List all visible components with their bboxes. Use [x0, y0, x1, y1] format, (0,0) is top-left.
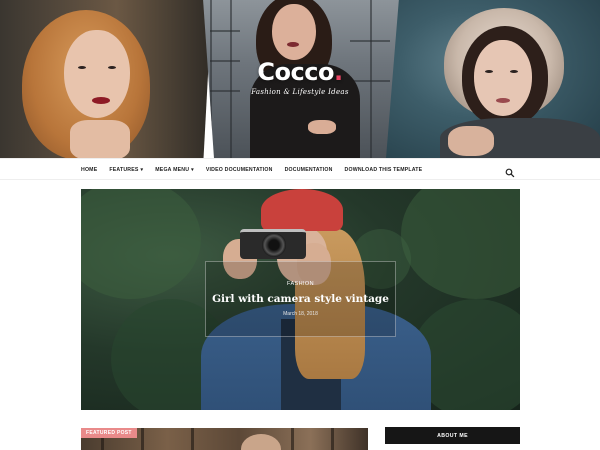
nav-item-features[interactable]: FEATURES ▾: [109, 167, 143, 173]
nav-item-label: FEATURES: [109, 167, 139, 173]
hero-date: March 18, 2018: [283, 311, 318, 317]
hero-slide[interactable]: FASHION Girl with camera style vintage M…: [81, 189, 520, 410]
hero-figure-hat: [261, 189, 343, 231]
logo-text: Cocco: [257, 58, 334, 86]
site-logo[interactable]: Cocco.: [0, 58, 600, 86]
caret-down-icon: ▾: [191, 167, 194, 173]
search-icon: [505, 168, 515, 178]
nav-item-video-documentation[interactable]: VIDEO DOCUMENTATION: [206, 167, 273, 173]
nav-item-label: DOWNLOAD THIS TEMPLATE: [344, 167, 423, 173]
nav-list: HOME FEATURES ▾ MEGA MENU ▾ VIDEO DOCUME…: [81, 159, 434, 181]
nav-item-home[interactable]: HOME: [81, 167, 97, 173]
sidebar-about-header: ABOUT ME: [385, 427, 520, 444]
featured-post-badge: FEATURED POST: [81, 428, 137, 438]
caret-down-icon: ▾: [140, 167, 144, 173]
logo-dot: .: [333, 58, 343, 86]
nav-item-documentation[interactable]: DOCUMENTATION: [285, 167, 333, 173]
hero-category[interactable]: FASHION: [81, 281, 520, 287]
about-me-label: ABOUT ME: [437, 432, 468, 439]
header-collage: Cocco. Fashion & Lifestyle Ideas: [0, 0, 600, 158]
nav-item-download-template[interactable]: DOWNLOAD THIS TEMPLATE: [345, 167, 423, 173]
nav-item-mega-menu[interactable]: MEGA MENU ▾: [155, 167, 194, 173]
hero-title[interactable]: Girl with camera style vintage: [81, 293, 520, 305]
site-tagline: Fashion & Lifestyle Ideas: [251, 88, 349, 96]
nav-item-label: DOCUMENTATION: [284, 167, 333, 173]
nav-item-label: VIDEO DOCUMENTATION: [205, 167, 273, 173]
nav-item-label: MEGA MENU: [155, 167, 190, 173]
search-button[interactable]: [505, 165, 515, 178]
main-navigation: HOME FEATURES ▾ MEGA MENU ▾ VIDEO DOCUME…: [0, 158, 600, 180]
nav-item-label: HOME: [81, 167, 98, 173]
